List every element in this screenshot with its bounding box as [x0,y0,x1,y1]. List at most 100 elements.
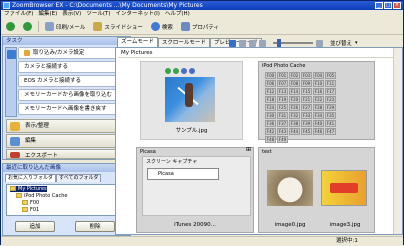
ipod-subfolder-cell[interactable]: F46 [313,128,324,135]
ipod-subfolder-cell[interactable]: F44 [289,128,300,135]
zoom-slider[interactable] [273,39,313,47]
ipod-subfolder-cell[interactable]: F19 [277,96,288,103]
menu-tools[interactable]: ツール(T) [86,10,110,19]
add-folder-button[interactable]: 追加 [15,221,55,232]
sort-dropdown[interactable]: 並び替え [330,39,352,47]
tree-item-f01[interactable]: F01 [22,207,39,213]
ipod-subfolder-cell[interactable]: F20 [289,96,300,103]
tab-favorite-folders[interactable]: お気に入りフォルダ [5,174,57,182]
ipod-subfolder-cell[interactable]: F05 [325,72,336,79]
task-connect-eos[interactable]: EOS カメラと接続する [18,75,128,87]
zoom-slider-knob[interactable] [277,39,281,47]
ipod-subfolder-cell[interactable]: F10 [313,80,324,87]
ipod-subfolder-cell[interactable]: F28 [313,104,324,111]
ipod-subfolder-cell[interactable]: F38 [289,120,300,127]
menu-view[interactable]: 表示(V) [62,10,81,19]
menu-help[interactable]: ヘルプ(H) [165,10,190,19]
vertical-scrollbar[interactable] [393,48,402,234]
ipod-subfolder-cell[interactable]: F27 [301,104,312,111]
minimize-button[interactable]: _ [375,2,383,9]
info-icon[interactable] [181,68,187,74]
ipod-subfolder-cell[interactable]: F42 [265,128,276,135]
ipod-subfolder-cell[interactable]: F01 [277,72,288,79]
ipod-subfolder-cell[interactable]: F34 [313,112,324,119]
ipod-subfolder-cell[interactable]: F33 [301,112,312,119]
folder-tile-test[interactable]: test image0.jpg image3.jpg [258,147,375,233]
ipod-subfolder-cell[interactable]: F23 [325,96,336,103]
ipod-subfolder-cell[interactable]: F06 [265,80,276,87]
play-icon[interactable] [173,68,179,74]
ipod-subfolder-cell[interactable]: F21 [301,96,312,103]
category-export[interactable]: エクスポート [6,149,128,159]
ipod-subfolder-cell[interactable]: F30 [265,112,276,119]
ipod-subfolder-cell[interactable]: F40 [313,120,324,127]
zoom-out-icon[interactable] [259,39,266,47]
ipod-subfolder-cell[interactable]: F26 [289,104,300,111]
ipod-subfolder-cell[interactable]: F49 [277,136,288,143]
ipod-subfolder-cell[interactable]: F18 [265,96,276,103]
tab-zoom-mode[interactable]: ズームモード [117,37,158,47]
ipod-subfolder-cell[interactable]: F00 [265,72,276,79]
folder-tile-ipod-cache[interactable]: iPod Photo Cache F00 F01 F02 F03 F04 F05 F06 F0… [258,61,375,143]
ipod-subfolder-cell[interactable]: F37 [277,120,288,127]
ipod-subfolder-cell[interactable]: F32 [289,112,300,119]
properties-button[interactable]: プロパティ [179,20,221,33]
ipod-subfolder-cell[interactable]: F36 [265,120,276,127]
rotate-icon[interactable] [249,39,256,47]
ipod-subfolder-cell[interactable]: F29 [325,104,336,111]
ipod-subfolder-cell[interactable]: F39 [301,120,312,127]
ipod-subfolder-cell[interactable]: F24 [265,104,276,111]
pointer-icon[interactable] [239,39,246,47]
chevron-down-icon[interactable]: ▾ [355,40,358,46]
menu-file[interactable]: ファイル(F) [4,10,33,19]
ipod-subfolder-cell[interactable]: F08 [289,80,300,87]
task-import-camera-settings[interactable]: 取り込み/カメラ設定 [18,47,128,59]
back-button[interactable] [4,20,17,33]
task-connect-camera[interactable]: カメラと接続する [18,61,128,73]
ipod-subfolder-cell[interactable]: F13 [277,88,288,95]
tab-all-folders[interactable]: すべてのフォルダ [56,174,102,182]
ipod-subfolder-cell[interactable]: F47 [325,128,336,135]
image-tile-sample[interactable]: サンプル.jpg [140,61,243,140]
menu-edit[interactable]: 編集(E) [38,10,57,19]
ipod-subfolder-cell[interactable]: F03 [301,72,312,79]
edit-icon[interactable] [189,68,195,74]
expand-icon[interactable]: ⊞ [246,146,251,153]
forward-button[interactable] [21,20,34,33]
ipod-subfolder-cell[interactable]: F41 [325,120,336,127]
category-edit[interactable]: 編集 [6,134,128,148]
ipod-subfolder-cell[interactable]: F22 [313,96,324,103]
ipod-subfolder-cell[interactable]: F14 [289,88,300,95]
maximize-button[interactable]: □ [384,2,392,9]
ipod-subfolder-cell[interactable]: F35 [325,112,336,119]
ipod-subfolder-cell[interactable]: F02 [289,72,300,79]
select-icon[interactable] [229,39,236,47]
ipod-subfolder-cell[interactable]: F15 [301,88,312,95]
menu-internet[interactable]: インターネット(I) [115,10,159,19]
search-button[interactable]: 検索 [149,20,175,33]
tree-item-my-pictures[interactable]: My Pictures [10,186,47,192]
slideshow-button[interactable]: スライドショー [91,20,145,33]
category-view-organize[interactable]: 表示/整理 [6,119,128,133]
tree-item-f00[interactable]: F00 [22,200,39,206]
tree-item-ipod-cache[interactable]: iPod Photo Cache [16,193,67,199]
ipod-subfolder-cell[interactable]: F12 [265,88,276,95]
ipod-subfolder-cell[interactable]: F25 [277,104,288,111]
ipod-subfolder-cell[interactable]: F11 [325,80,336,87]
ipod-subfolder-cell[interactable]: F16 [313,88,324,95]
ipod-subfolder-cell[interactable]: F48 [265,136,276,143]
ipod-subfolder-cell[interactable]: F07 [277,80,288,87]
task-import-memory-card[interactable]: メモリーカードから画像を取り込む [18,89,128,101]
tab-scroll-mode[interactable]: スクロールモード [157,38,210,47]
ipod-subfolder-cell[interactable]: F09 [301,80,312,87]
ipod-subfolder-cell[interactable]: F45 [301,128,312,135]
print-mail-button[interactable]: 印刷/メール [43,20,87,33]
play-icon[interactable] [165,68,171,74]
ipod-subfolder-cell[interactable]: F43 [277,128,288,135]
ipod-subfolder-cell[interactable]: F04 [313,72,324,79]
folder-tile-picasa[interactable]: Picasa スクリーン キャプチャ Picasa iTunes 20090..… [136,147,254,233]
task-write-memory-card[interactable]: メモリーカードへ画像を書き戻す [18,103,128,115]
zoom-in-icon[interactable] [316,39,323,47]
ipod-subfolder-cell[interactable]: F17 [325,88,336,95]
remove-folder-button[interactable]: 削除 [75,221,115,232]
